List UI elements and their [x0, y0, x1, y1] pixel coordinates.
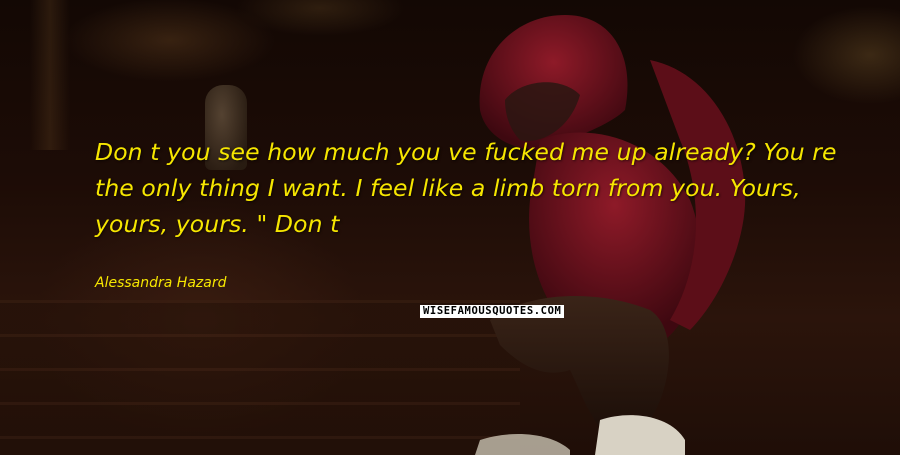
background-railing [30, 0, 70, 150]
quote-text: Don t you see how much you ve fucked me … [95, 138, 837, 238]
watermark-logo: WISEFAMOUSQUOTES.COM [420, 305, 565, 318]
quote-image: Don t you see how much you ve fucked me … [0, 0, 900, 455]
quote-author: Alessandra Hazard [95, 275, 227, 291]
